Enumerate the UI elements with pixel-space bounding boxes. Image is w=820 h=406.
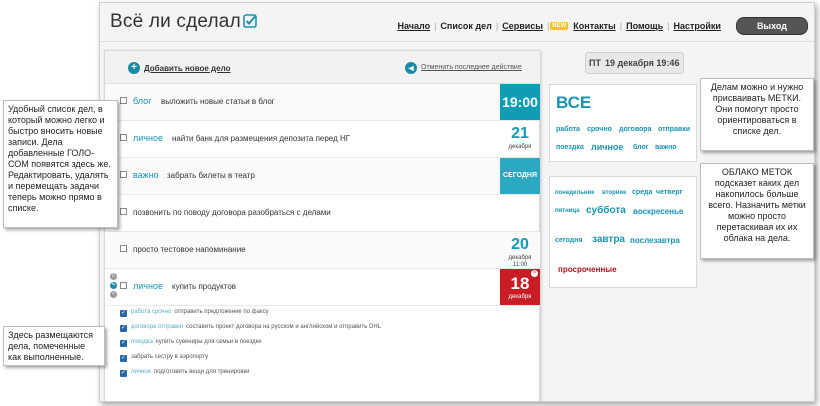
task-checkbox[interactable] — [120, 208, 127, 215]
day-of-week: ПТ — [589, 58, 601, 68]
cloud-tag[interactable]: четверг — [656, 189, 683, 196]
completed-item[interactable]: ✓ забрать сестру в аэропорту — [120, 354, 208, 367]
task-row[interactable]: личное найти банк для размещения депозит… — [105, 121, 540, 158]
task-text[interactable]: позвонить по поводу договора разобраться… — [133, 208, 331, 217]
callout-task-list: Удобный список дел, в который можно легк… — [3, 100, 118, 228]
task-row[interactable]: просто тестовое напоминание 20 декабря 11:… — [105, 232, 540, 269]
task-list-panel: + Добавить новое дело ◄ Отменить последн… — [104, 50, 540, 401]
cloud-tag-overdue[interactable]: просроченные — [558, 265, 617, 274]
cloud-tag[interactable]: воскресенье — [633, 207, 683, 216]
completed-item[interactable]: ✓ поездка купить сувениры для семьи в поез… — [120, 339, 262, 352]
cloud-tag[interactable]: послезавтра — [630, 236, 680, 245]
callout-tags: Делам можно и нужно присваивать МЕТКИ. О… — [700, 78, 814, 151]
top-navigation: Начало | Список дел | Сервисы | NEW Контакт… — [394, 17, 808, 35]
delete-icon[interactable]: × — [110, 291, 117, 298]
checked-checkbox-icon[interactable]: ✓ — [120, 340, 127, 347]
task-row[interactable]: важно забрать билеты в театр СЕГОДНЯ — [105, 158, 540, 195]
task-row[interactable]: ⠿ ✎ × личное купить продуктов × 18 декабр… — [105, 269, 540, 306]
completed-item[interactable]: ✓ договора отправки составить проект догов… — [120, 324, 381, 337]
callout-completed: Здесь размещаются дела, помеченные как в… — [3, 326, 105, 366]
today-badge: СЕГОДНЯ — [500, 158, 540, 194]
logo[interactable]: Всё ли сделал — [110, 11, 257, 33]
cloud-tag[interactable]: среда — [632, 189, 652, 196]
tag-cloud-panel: понедельник вторник среда четверг пятниц… — [549, 176, 697, 288]
checked-checkbox-icon[interactable]: ✓ — [120, 310, 127, 317]
task-date-badge: 20 декабря 11:00 — [508, 236, 532, 268]
task-tag[interactable]: личное — [133, 133, 163, 143]
task-text[interactable]: найти банк для размещения депозита перед… — [172, 134, 350, 143]
callout-tag-cloud: ОБЛАКО МЕТОК подсказет каких дел накопил… — [700, 163, 814, 259]
task-checkbox[interactable] — [120, 134, 127, 141]
header-divider — [100, 41, 814, 42]
task-text[interactable]: выложить новые статьи в блог — [161, 97, 275, 106]
exit-button[interactable]: Выход — [735, 17, 808, 35]
tag-item[interactable]: поездка — [556, 144, 584, 151]
nav-contacts[interactable]: Контакты — [570, 21, 618, 31]
task-text[interactable]: забрать билеты в театр — [167, 171, 255, 180]
undo-button[interactable]: Отменить последнее действие — [421, 64, 522, 71]
tag-all[interactable]: ВСЕ — [556, 93, 591, 113]
new-badge: NEW — [550, 22, 569, 30]
overdue-date-badge: × 18 декабря — [500, 269, 540, 305]
task-row[interactable]: позвонить по поводу договора разобраться… — [105, 195, 540, 232]
add-icon[interactable]: + — [128, 62, 140, 74]
task-tag[interactable]: важно — [133, 170, 159, 180]
task-tag[interactable]: блог — [133, 96, 151, 106]
tag-item[interactable]: договора — [619, 126, 651, 133]
cloud-tag[interactable]: вторник — [602, 190, 626, 196]
checked-checkbox-icon[interactable]: ✓ — [120, 355, 127, 362]
task-checkbox[interactable] — [120, 97, 127, 104]
drag-handle-icon[interactable]: ⠿ — [110, 273, 117, 280]
cloud-tag[interactable]: сегодня — [555, 237, 583, 244]
close-icon[interactable]: × — [531, 270, 538, 277]
checked-checkbox-icon[interactable]: ✓ — [120, 325, 127, 332]
task-checkbox[interactable] — [120, 245, 127, 252]
tag-item[interactable]: отправки — [658, 126, 690, 133]
checkmark-icon — [243, 14, 257, 28]
task-text[interactable]: купить продуктов — [172, 282, 236, 291]
tag-item[interactable]: работа — [556, 126, 580, 133]
action-bar: + Добавить новое дело ◄ Отменить последн… — [105, 51, 540, 84]
tag-item[interactable]: важно — [655, 144, 677, 151]
add-task-button[interactable]: Добавить новое дело — [144, 64, 230, 73]
task-tag[interactable]: личное — [133, 281, 163, 291]
undo-icon[interactable]: ◄ — [405, 62, 417, 74]
nav-settings[interactable]: Настройки — [670, 21, 723, 31]
tags-panel: ВСЕ работа срочно договора отправки поез… — [549, 84, 697, 162]
cloud-tag[interactable]: суббота — [586, 205, 626, 216]
task-checkbox[interactable] — [120, 171, 127, 178]
nav-start[interactable]: Начало — [394, 21, 433, 31]
cloud-tag[interactable]: понедельник — [555, 190, 594, 196]
nav-services[interactable]: Сервисы — [499, 21, 546, 31]
date-time: 19 декабря 19:46 — [605, 58, 680, 68]
tag-item[interactable]: срочно — [587, 126, 612, 133]
tag-item[interactable]: блог — [633, 144, 649, 151]
cloud-tag[interactable]: завтра — [592, 234, 625, 245]
completed-item[interactable]: ✓ работа срочно отправить предложение по ф… — [120, 309, 269, 322]
task-row[interactable]: блог выложить новые статьи в блог 19:00 — [105, 84, 540, 121]
edit-icon[interactable]: ✎ — [110, 282, 117, 289]
nav-task-list[interactable]: Список дел — [437, 21, 494, 31]
task-text[interactable]: просто тестовое напоминание — [133, 245, 246, 254]
task-time-badge: 19:00 — [500, 84, 540, 120]
tag-item[interactable]: личное — [591, 142, 623, 152]
task-checkbox[interactable] — [120, 282, 127, 289]
completed-item[interactable]: ✓ личное подготовить вещи для тренировки — [120, 369, 250, 382]
nav-help[interactable]: Помощь — [623, 21, 666, 31]
task-date-badge: 21 декабря — [508, 125, 532, 150]
current-date: ПТ 19 декабря 19:46 — [585, 52, 684, 74]
cloud-tag[interactable]: пятница — [555, 208, 579, 214]
checked-checkbox-icon[interactable]: ✓ — [120, 370, 127, 377]
